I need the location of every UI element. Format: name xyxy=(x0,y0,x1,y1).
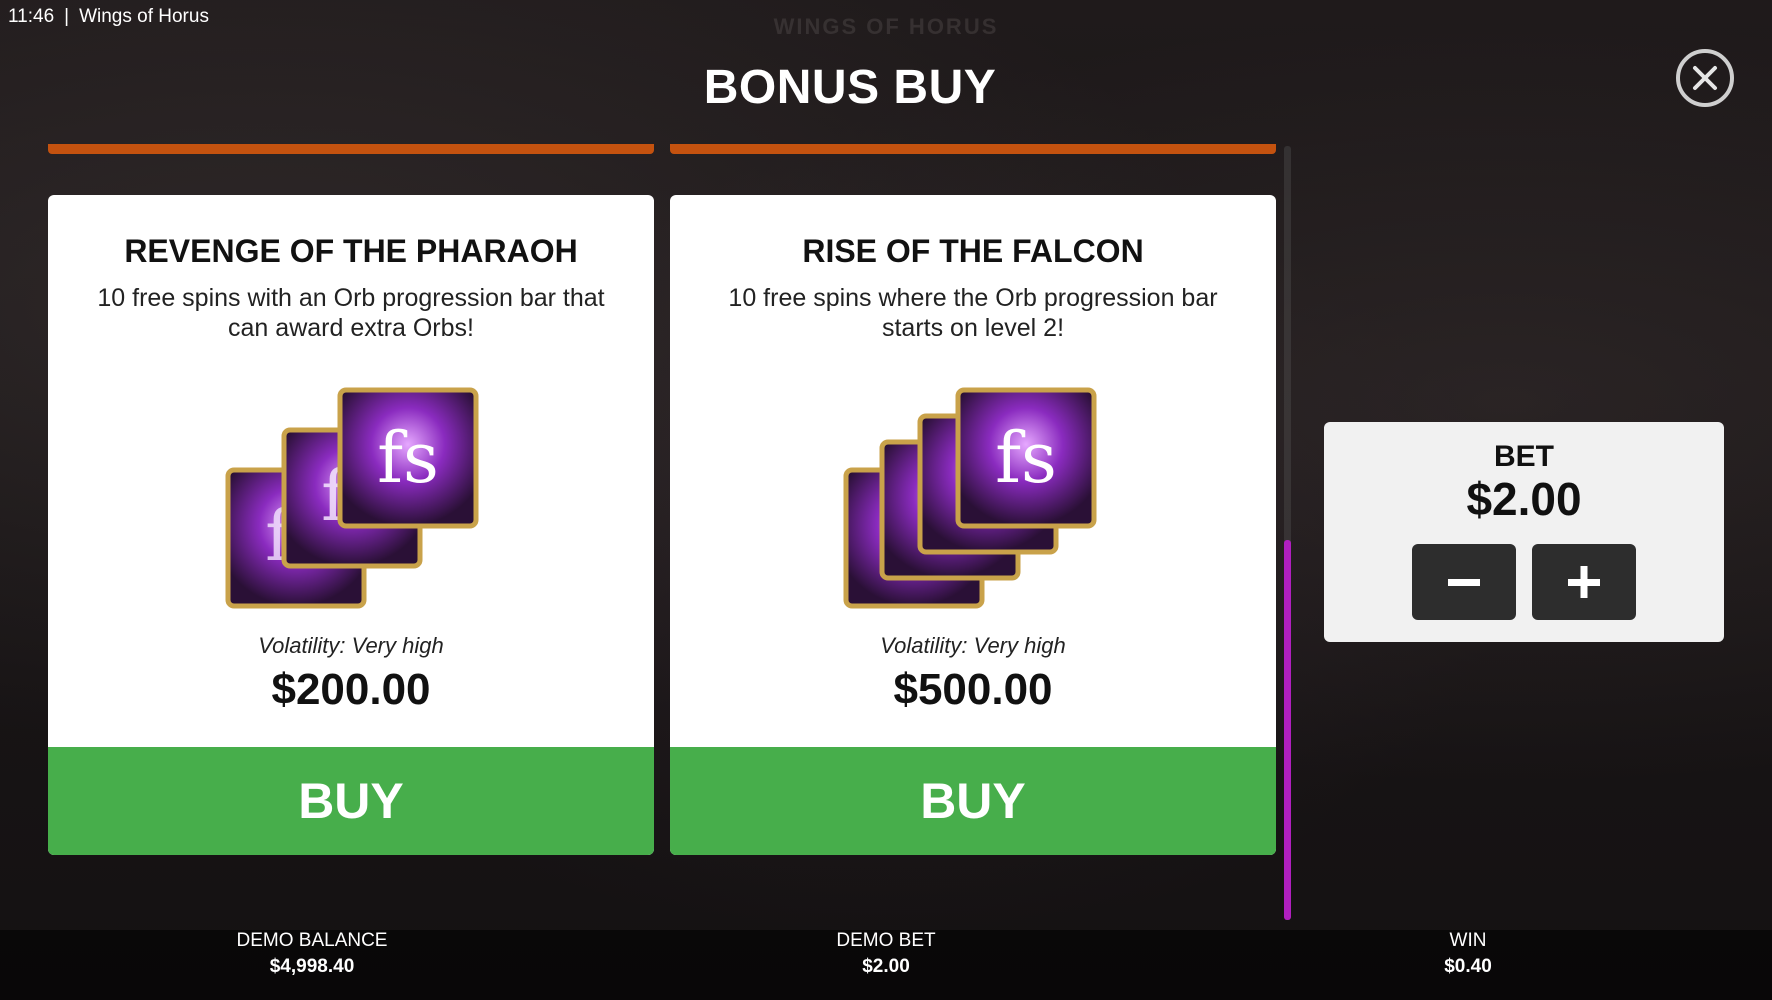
bonus-card-description: 10 free spins where the Orb progression … xyxy=(728,284,1218,342)
demo-balance-value: $4,998.40 xyxy=(269,956,355,977)
free-spins-cards-icon: fs fs fs xyxy=(225,387,479,609)
win: WIN $0.40 xyxy=(1338,930,1598,978)
status-bar: 11:46 | Wings of Horus xyxy=(8,6,209,28)
bonus-card-description: 10 free spins with an Orb progression ba… xyxy=(97,284,605,342)
close-icon xyxy=(1693,66,1717,90)
bonus-card-volatility: Volatility: Very high xyxy=(880,633,1066,658)
game-name: Wings of Horus xyxy=(79,6,209,27)
background-game-logo: WINGS OF HORUS xyxy=(773,14,999,39)
free-spins-cards-icon: fs fs fs fs xyxy=(843,387,1097,609)
bottom-info-bar: DEMO BALANCE $4,998.40 DEMO BET $2.00 WI… xyxy=(0,930,1772,1000)
buy-button[interactable]: BUY xyxy=(48,747,654,855)
demo-bet-label: DEMO BET xyxy=(836,930,936,951)
plus-icon xyxy=(1568,566,1600,598)
bonus-card-volatility: Volatility: Very high xyxy=(258,633,444,658)
win-value: $0.40 xyxy=(1444,956,1492,977)
close-button[interactable] xyxy=(1676,49,1734,107)
bonus-card-price: $200.00 xyxy=(271,665,431,714)
bonus-card-rise-of-the-falcon: RISE OF THE FALCON 10 free spins where t… xyxy=(670,195,1276,855)
bet-label: BET xyxy=(1494,440,1554,473)
svg-text:fs: fs xyxy=(377,417,439,499)
card-top-accent xyxy=(48,144,654,154)
svg-text:fs: fs xyxy=(995,417,1057,499)
increase-bet-button[interactable] xyxy=(1532,544,1636,620)
demo-balance-label: DEMO BALANCE xyxy=(236,930,388,951)
decrease-bet-button[interactable] xyxy=(1412,544,1516,620)
bonus-card-revenge-of-the-pharaoh: REVENGE OF THE PHARAOH 10 free spins wit… xyxy=(48,195,654,855)
bonus-card-price: $500.00 xyxy=(893,665,1053,714)
page-title: BONUS BUY xyxy=(703,61,997,114)
bonus-card-title: REVENGE OF THE PHARAOH xyxy=(124,233,578,269)
card-top-accent xyxy=(670,144,1276,154)
demo-balance: DEMO BALANCE $4,998.40 xyxy=(182,930,442,978)
demo-bet-value: $2.00 xyxy=(862,956,910,977)
demo-bet: DEMO BET $2.00 xyxy=(756,930,1016,978)
bet-panel: BET $2.00 xyxy=(1324,422,1724,642)
scrollbar-thumb[interactable] xyxy=(1284,540,1291,920)
win-label: WIN xyxy=(1449,930,1487,951)
bonus-card-title: RISE OF THE FALCON xyxy=(802,233,1144,269)
clock: 11:46 xyxy=(8,6,55,27)
status-separator: | xyxy=(64,6,70,27)
minus-icon xyxy=(1448,579,1480,586)
bet-value: $2.00 xyxy=(1466,473,1582,525)
buy-button[interactable]: BUY xyxy=(670,747,1276,855)
